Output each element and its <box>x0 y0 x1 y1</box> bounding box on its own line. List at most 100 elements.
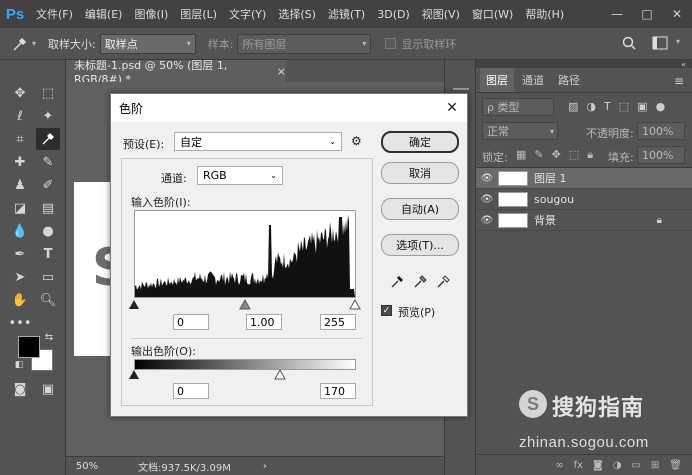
sample-size-select[interactable]: 取样点 ▾ <box>99 33 196 54</box>
swap-colors-icon[interactable]: ⇆ <box>42 330 56 344</box>
close-tab-icon[interactable]: × <box>277 65 286 78</box>
output-black-slider[interactable] <box>129 370 139 379</box>
black-point-eyedropper-icon[interactable] <box>391 274 405 288</box>
dialog-close-button[interactable]: ✕ <box>441 97 463 119</box>
visibility-eye-icon[interactable]: 👁︎ <box>476 173 498 184</box>
menu-window[interactable]: 窗口(W) <box>466 6 519 22</box>
maximize-button[interactable]: □ <box>632 0 662 28</box>
gradient-tool-icon[interactable]: ▤ <box>36 197 60 219</box>
lock-artboard-icon[interactable]: ⬚ <box>569 148 579 162</box>
type-tool-icon[interactable]: T <box>36 243 60 265</box>
screen-mode-icon[interactable]: ▣ <box>36 378 60 400</box>
healing-brush-tool-icon[interactable]: ✚ <box>8 151 32 173</box>
move-tool-icon[interactable]: ✥ <box>8 82 32 104</box>
layer-row-layer1[interactable]: 👁︎ 图层 1 <box>476 168 692 189</box>
dodge-tool-icon[interactable]: ● <box>36 220 60 242</box>
preset-options-gear-icon[interactable]: ⚙ <box>351 134 362 148</box>
menu-help[interactable]: 帮助(H) <box>519 6 570 22</box>
output-white-field[interactable]: 170 <box>320 383 356 399</box>
layer-style-icon[interactable]: fx <box>574 460 583 471</box>
new-layer-icon[interactable]: ⊞ <box>651 460 659 471</box>
ok-button[interactable]: 确定 <box>381 131 459 153</box>
path-selection-tool-icon[interactable]: ➤ <box>8 266 32 288</box>
workspace-icon[interactable] <box>652 36 668 53</box>
blur-tool-icon[interactable]: 💧 <box>8 220 32 242</box>
show-ring-checkbox[interactable] <box>385 38 397 49</box>
tab-paths[interactable]: 路径 <box>552 68 586 92</box>
lock-transparency-icon[interactable]: ▦ <box>516 148 526 162</box>
lasso-tool-icon[interactable]: ℓ <box>8 105 32 127</box>
fill-field[interactable]: 100% <box>637 146 685 164</box>
menu-select[interactable]: 选择(S) <box>272 6 322 22</box>
magic-wand-tool-icon[interactable]: ✦ <box>36 105 60 127</box>
layer-mask-icon[interactable]: ◙ <box>593 460 603 471</box>
eraser-tool-icon[interactable]: ◪ <box>8 197 32 219</box>
menu-edit[interactable]: 编辑(E) <box>79 6 129 22</box>
lock-position-icon[interactable]: ✥ <box>552 148 561 162</box>
auto-button[interactable]: 自动(A) <box>381 198 459 220</box>
menu-image[interactable]: 图像(I) <box>128 6 174 22</box>
input-black-field[interactable]: 0 <box>173 314 209 330</box>
chevron-down-icon[interactable]: ▾ <box>676 37 680 46</box>
menu-3d[interactable]: 3D(D) <box>371 8 416 21</box>
menu-view[interactable]: 视图(V) <box>416 6 466 22</box>
gray-point-eyedropper-icon[interactable] <box>414 274 428 288</box>
status-menu-arrow[interactable]: › <box>263 461 267 472</box>
minimize-button[interactable]: — <box>602 0 632 28</box>
sample-select[interactable]: 所有图层 ▾ <box>237 33 372 54</box>
tab-layers[interactable]: 图层 <box>480 68 514 92</box>
zoom-level[interactable]: 50% <box>66 461 108 472</box>
visibility-eye-icon[interactable]: 👁︎ <box>476 215 498 226</box>
hand-tool-icon[interactable]: ✋ <box>8 289 32 311</box>
link-layers-icon[interactable]: ∞ <box>555 460 563 471</box>
eyedropper-tool-preset[interactable]: ▾ <box>0 36 48 52</box>
search-icon[interactable] <box>622 36 636 53</box>
menu-filter[interactable]: 滤镜(T) <box>322 6 371 22</box>
cancel-button[interactable]: 取消 <box>381 162 459 184</box>
visibility-eye-icon[interactable]: 👁︎ <box>476 194 498 205</box>
brush-tool-icon[interactable]: ✎ <box>36 151 60 173</box>
lock-pixels-icon[interactable]: ✎ <box>534 148 543 162</box>
preset-select[interactable]: 自定 ⌄ <box>174 132 342 151</box>
tab-channels[interactable]: 通道 <box>516 68 550 92</box>
input-black-slider[interactable] <box>129 300 139 309</box>
input-gamma-field[interactable]: 1.00 <box>246 314 282 330</box>
output-black-field[interactable]: 0 <box>173 383 209 399</box>
panel-menu-icon[interactable]: ≡ <box>674 74 684 88</box>
history-brush-tool-icon[interactable]: ✐ <box>36 174 60 196</box>
close-button[interactable]: ✕ <box>662 0 692 28</box>
preview-checkbox[interactable]: ✓ <box>381 305 392 316</box>
adjustment-layer-icon[interactable]: ◑ <box>613 460 622 471</box>
eyedropper-tool-icon[interactable] <box>36 128 60 150</box>
dialog-titlebar[interactable]: 色阶 <box>111 94 467 122</box>
pixel-filter-icon[interactable]: ▨ <box>568 100 578 113</box>
filter-toggle-icon[interactable]: ● <box>656 100 666 113</box>
crop-tool-icon[interactable]: ⌗ <box>8 128 32 150</box>
channel-select[interactable]: RGB ⌄ <box>197 166 283 185</box>
rectangle-tool-icon[interactable]: ▭ <box>36 266 60 288</box>
pen-tool-icon[interactable]: ✒ <box>8 243 32 265</box>
foreground-color-swatch[interactable] <box>18 336 40 358</box>
opacity-field[interactable]: 100% <box>637 122 685 140</box>
panel-collapse-icon[interactable]: « <box>681 60 686 69</box>
options-button[interactable]: 选项(T)... <box>381 234 459 256</box>
menu-layer[interactable]: 图层(L) <box>174 6 223 22</box>
new-group-icon[interactable]: ▭ <box>631 460 640 471</box>
input-white-slider[interactable] <box>349 298 361 310</box>
collapse-handle[interactable] <box>453 88 469 90</box>
delete-layer-icon[interactable]: 🗑︎ <box>669 460 682 471</box>
lock-all-icon[interactable]: 🔒︎ <box>587 148 593 162</box>
document-tab[interactable]: 未标题-1.psd @ 50% (图层 1, RGB/8#) * × <box>66 59 286 86</box>
input-white-field[interactable]: 255 <box>320 314 356 330</box>
blend-mode-select[interactable]: 正常 ▾ <box>482 122 558 140</box>
adjustment-filter-icon[interactable]: ◑ <box>586 100 596 113</box>
smart-filter-icon[interactable]: ▣ <box>637 100 647 113</box>
white-point-eyedropper-icon[interactable] <box>437 274 451 288</box>
layer-row-background[interactable]: 👁︎ 背景 🔒︎ <box>476 210 692 231</box>
shape-filter-icon[interactable]: ⬚ <box>619 100 629 113</box>
marquee-tool-icon[interactable]: ⬚ <box>36 82 60 104</box>
clone-stamp-tool-icon[interactable]: ♟ <box>8 174 32 196</box>
quick-mask-icon[interactable]: ◙ <box>8 378 32 400</box>
more-tools-icon[interactable]: ••• <box>8 312 32 334</box>
type-filter-icon[interactable]: T <box>604 100 611 113</box>
